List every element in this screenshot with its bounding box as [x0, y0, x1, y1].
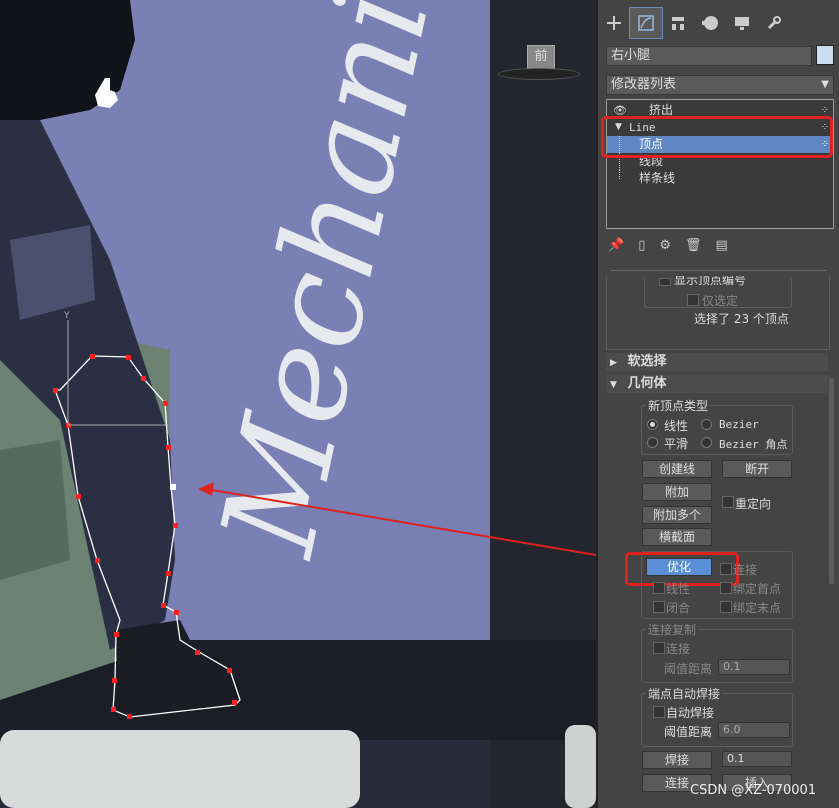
bezier-label: Bezier: [719, 418, 759, 431]
rollout-title: 软选择: [627, 354, 667, 369]
divider: [610, 270, 826, 271]
auto-weld-checkbox[interactable]: [653, 706, 665, 718]
rollout-border: [606, 276, 830, 350]
weld-threshold-spinner[interactable]: 6.0: [718, 722, 790, 738]
bind-last-checkbox[interactable]: [720, 601, 732, 613]
geometry-rollout[interactable]: ▼ 几何体: [606, 375, 828, 393]
make-unique-icon[interactable]: ⚙: [659, 238, 671, 253]
hierarchy-icon[interactable]: [662, 8, 694, 38]
viewport-scene: Mechanic Y: [0, 0, 596, 808]
modify-icon[interactable]: [629, 7, 663, 39]
bezier-radio[interactable]: [701, 419, 712, 430]
front-viewport[interactable]: Mechanic Y 前: [0, 0, 598, 808]
auto-weld-label: 自动焊接: [666, 706, 715, 720]
command-panel: 右小腿 修改器列表 ▼ 👁 挤出 ⁘ ▼ Line ⁘ 顶点 ⁘ 线段 样条线: [598, 0, 839, 808]
bezier-corner-radio[interactable]: [701, 437, 712, 448]
connect-copy-connect-label: 连接: [666, 642, 691, 656]
rollout-expand-icon: ▶: [610, 358, 617, 368]
chevron-down-icon: ▼: [821, 79, 829, 90]
panel-tabs: [598, 7, 839, 40]
bind-first-checkbox[interactable]: [720, 582, 732, 594]
modifier-list-dropdown[interactable]: 修改器列表 ▼: [606, 75, 834, 95]
pin-stack-icon[interactable]: 📌: [608, 238, 624, 253]
closed-label: 闭合: [666, 601, 691, 615]
bezier-corner-label: Bezier 角点: [719, 438, 788, 451]
connect-copy-checkbox[interactable]: [653, 642, 665, 654]
rollout-title: 几何体: [627, 376, 667, 391]
connect-copy-label: 连接复制: [646, 621, 699, 638]
threshold-distance-label: 阈值距离: [664, 662, 713, 676]
tree-line-icon: [619, 170, 621, 179]
create-icon[interactable]: [598, 8, 630, 38]
object-name-field[interactable]: 右小腿: [606, 46, 812, 66]
linear-radio[interactable]: [647, 419, 658, 430]
viewport-label[interactable]: 前: [527, 45, 555, 69]
utilities-icon[interactable]: [758, 8, 790, 38]
show-end-result-icon[interactable]: ▯: [638, 238, 645, 253]
viewcube-ring[interactable]: [498, 68, 580, 80]
linear-checkbox[interactable]: [653, 582, 665, 594]
connect-label: 连接: [733, 563, 758, 577]
motion-icon[interactable]: [694, 8, 726, 38]
rollout-collapse-icon: ▼: [610, 380, 617, 390]
object-color-swatch[interactable]: [816, 45, 834, 65]
smooth-label: 平滑: [664, 437, 689, 451]
soft-selection-rollout[interactable]: ▶ 软选择: [606, 353, 828, 371]
bind-first-label: 绑定首点: [733, 582, 782, 596]
connect-checkbox[interactable]: [720, 563, 732, 575]
watermark: CSDN @XZ-070001: [690, 783, 817, 798]
weld-amount-spinner[interactable]: 0.1: [722, 751, 792, 767]
display-icon[interactable]: [726, 8, 758, 38]
reorient-checkbox[interactable]: [722, 496, 734, 508]
stack-item-spline[interactable]: 样条线: [607, 170, 833, 187]
bind-last-label: 绑定末点: [733, 601, 782, 615]
linear-label: 线性: [664, 419, 689, 433]
stack-toolbar: 📌 ▯ ⚙ 🗑 ▤: [608, 236, 828, 254]
cross-section-button[interactable]: 横截面: [642, 528, 712, 546]
highlight-box-stack: [601, 116, 833, 158]
end-auto-weld-label: 端点自动焊接: [646, 685, 723, 702]
linear-option-label: 线性: [666, 582, 691, 596]
smooth-radio[interactable]: [647, 437, 658, 448]
svg-text:Y: Y: [63, 311, 70, 321]
modifier-list-label: 修改器列表: [611, 77, 677, 92]
break-button[interactable]: 断开: [722, 460, 792, 478]
threshold-distance-spinner[interactable]: 0.1: [718, 659, 790, 675]
stack-item-label: 样条线: [639, 171, 676, 185]
create-line-button[interactable]: 创建线: [642, 460, 712, 478]
reorient-label: 重定向: [735, 497, 772, 511]
new-vertex-type-label: 新顶点类型: [646, 397, 711, 414]
configure-modifier-sets-icon[interactable]: ▤: [716, 238, 728, 253]
panel-scrollbar[interactable]: [829, 378, 834, 584]
weld-threshold-label: 阈值距离: [664, 725, 713, 739]
weld-button[interactable]: 焊接: [642, 751, 712, 769]
attach-multiple-button[interactable]: 附加多个: [642, 506, 712, 524]
attach-button[interactable]: 附加: [642, 483, 712, 501]
closed-checkbox[interactable]: [653, 601, 665, 613]
remove-modifier-icon[interactable]: 🗑: [685, 238, 702, 253]
